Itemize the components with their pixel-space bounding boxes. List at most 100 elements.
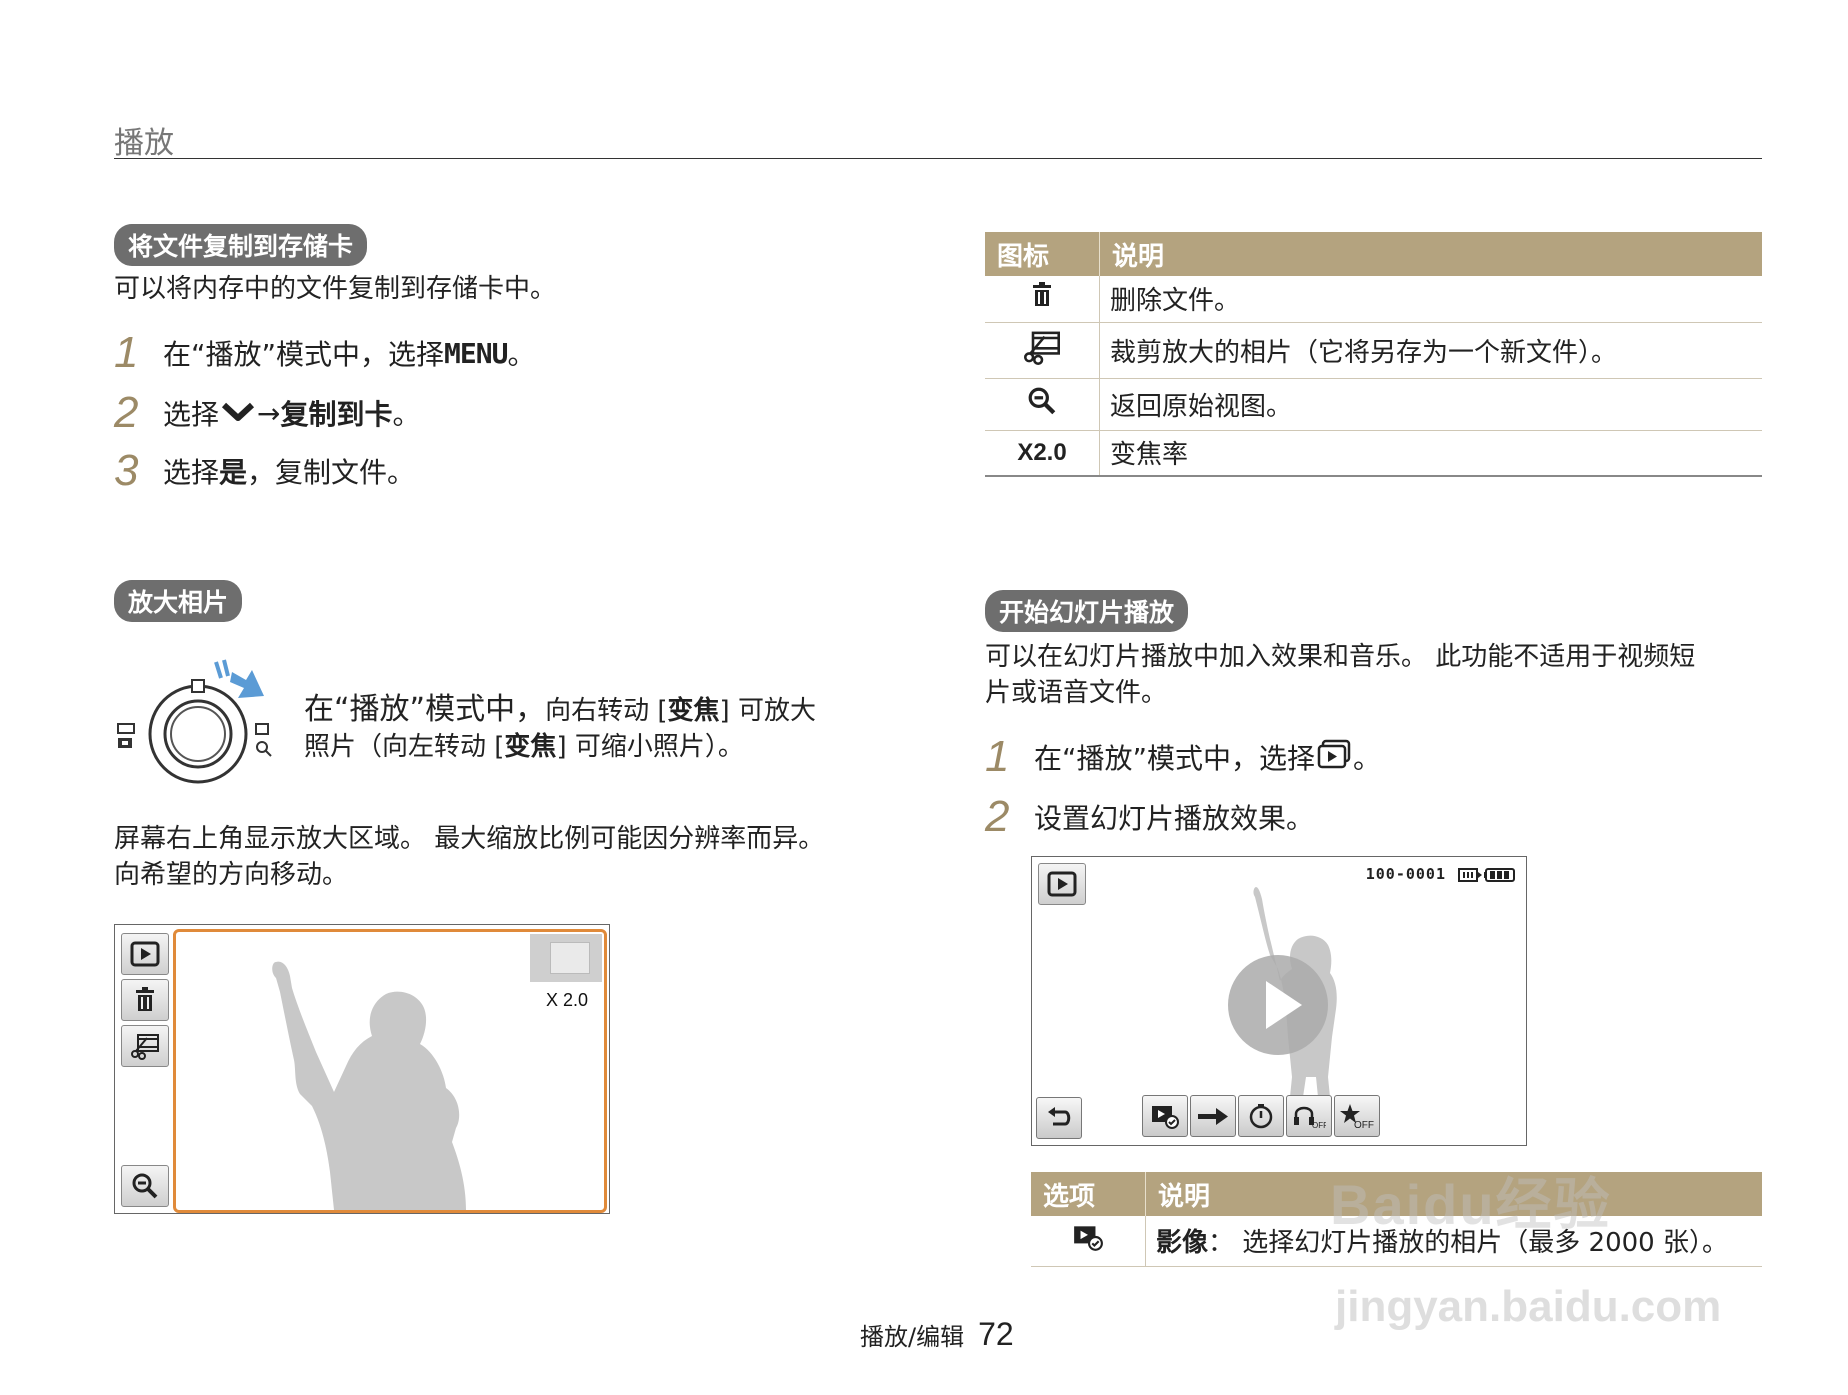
playback-button[interactable] [1038, 863, 1086, 905]
desc-col-header: 说明 [1099, 232, 1762, 276]
thumbnail-grid-icon [117, 723, 135, 748]
slideshow-intro-2: 片或语音文件。 [985, 678, 1168, 708]
step-text-end: ，复制文件。 [247, 456, 416, 489]
zoom-region-indicator [530, 934, 602, 982]
step-text: 选择 [163, 456, 220, 489]
table-row: 返回原始视图。 [985, 378, 1762, 431]
playback-button[interactable] [121, 933, 169, 975]
step-number: 2 [985, 792, 1010, 841]
table-row: 裁剪放大的相片（它将另存为一个新文件）。 [985, 322, 1762, 379]
back-icon [1048, 1107, 1071, 1126]
zoom-desc-c: 照片（向左转动 [ [304, 732, 505, 762]
effect-button[interactable] [1190, 1095, 1236, 1137]
slideshow-step-1: 1 在“播放”模式中，选择 。 [985, 732, 1381, 782]
step-number: 2 [114, 388, 139, 437]
playback-icon [130, 941, 160, 967]
icon-cell [985, 378, 1100, 431]
icon-cell [985, 276, 1100, 323]
copy-step-1: 1 在“播放”模式中，选择 MENU 。 [114, 328, 535, 378]
watermark-url: jingyan.baidu.com [1335, 1282, 1722, 1331]
svg-text:OFF: OFF [1354, 1120, 1374, 1130]
trim-icon [131, 1034, 159, 1060]
music-button[interactable]: OFF [1286, 1095, 1332, 1137]
zoom-desc-line1: 在“播放”模式中，向右转动 [变焦] 可放大 [304, 684, 816, 728]
svg-text:OFF: OFF [1312, 1121, 1326, 1130]
step-number: 1 [114, 328, 139, 377]
zoom-desc-a: 向右转动 [ [545, 696, 668, 726]
icon-col-header: 图标 [985, 232, 1100, 276]
trash-icon [1033, 282, 1051, 307]
trim-icon [1024, 331, 1060, 365]
zoom-lever-illustration [114, 650, 284, 790]
page-number: 72 [978, 1316, 1014, 1352]
back-button[interactable] [1036, 1097, 1082, 1139]
table-row: X2.0 变焦率 [985, 430, 1762, 477]
internal-memory-icon [1458, 868, 1482, 882]
delete-button[interactable] [121, 979, 169, 1021]
option-label: 影像 [1156, 1228, 1209, 1259]
step-text: 选择 [163, 398, 220, 431]
watermark-logo: Baidu经验 [1330, 1173, 1612, 1236]
step-number: 3 [114, 446, 139, 495]
desc-cell: 裁剪放大的相片（它将另存为一个新文件）。 [1099, 322, 1762, 379]
slideshow-icon [1317, 739, 1351, 776]
interval-button[interactable] [1238, 1095, 1284, 1137]
option-col-header: 选项 [1031, 1172, 1146, 1216]
desc-cell: 返回原始视图。 [1099, 378, 1762, 431]
zoom-key-2: 变焦 [504, 732, 557, 762]
image-select-icon [1152, 1106, 1179, 1129]
zoom-desc-mode: 在“播放”模式中， [304, 692, 546, 727]
slideshow-toolbar: OFF OFF [1142, 1095, 1380, 1137]
zoom-in-magnifier-icon [255, 723, 272, 757]
file-number: 100-0001 [1365, 865, 1446, 883]
playback-icon [1047, 871, 1077, 897]
header-rule [114, 158, 1762, 159]
play-icon [1266, 981, 1302, 1029]
zoom-out-icon [132, 1173, 158, 1199]
step-text-end: 。 [507, 338, 536, 371]
trim-button[interactable] [121, 1025, 169, 1067]
table-row: 删除文件。 [985, 276, 1762, 323]
copy-step-2: 2 选择 → 复制到卡 。 [114, 388, 421, 438]
zoom-ratio-readout: X 2.0 [545, 990, 588, 1010]
zoom-out-icon [1028, 387, 1056, 414]
zoom-para-1: 屏幕右上角显示放大区域。 最大缩放比例可能因分辨率而异。 [114, 824, 825, 854]
zoom-out-button[interactable] [121, 1165, 169, 1207]
play-slideshow-button[interactable] [1228, 955, 1328, 1055]
battery-icon [1484, 868, 1515, 882]
slideshow-intro-1: 可以在幻灯片播放中加入效果和音乐。 此功能不适用于视频短 [985, 642, 1696, 672]
zoom-ratio-label: X2.0 [985, 430, 1100, 477]
image-select-icon [1074, 1226, 1103, 1252]
copy-step-3: 3 选择 是 ，复制文件。 [114, 446, 415, 496]
step-text-end: 。 [1353, 742, 1382, 775]
copy-section-heading: 将文件复制到存储卡 [114, 224, 368, 266]
step-text: 设置幻灯片播放效果。 [1034, 802, 1315, 835]
memory-battery-indicator [1458, 865, 1518, 889]
step-text: 在“播放”模式中，选择 [163, 338, 445, 371]
slideshow-step-2: 2 设置幻灯片播放效果。 [985, 792, 1314, 842]
arrow-text: → [257, 396, 281, 430]
desc-cell: 删除文件。 [1099, 276, 1762, 323]
slideshow-lcd-screen: 100-0001 OFF OFF [1031, 856, 1527, 1146]
icon-cell [1031, 1216, 1146, 1267]
step-number: 1 [985, 732, 1010, 781]
effect-off-button[interactable]: OFF [1334, 1095, 1380, 1137]
chevron-down-icon [221, 397, 255, 430]
zoom-key: 变焦 [667, 696, 720, 726]
menu-keyword: MENU [444, 336, 508, 370]
copy-intro: 可以将内存中的文件复制到存储卡中。 [114, 274, 557, 304]
step-text-end: 。 [392, 398, 421, 431]
icon-cell [985, 322, 1100, 379]
image-select-button[interactable] [1142, 1095, 1188, 1137]
section-title: 播放 [114, 126, 174, 161]
slideshow-section-heading: 开始幻灯片播放 [985, 590, 1189, 632]
step-text: 在“播放”模式中，选择 [1034, 742, 1316, 775]
icon-table: 图标 说明 删除文件。 裁剪放大的相片（它将另存为一个新文件）。 返回原始视图。… [985, 232, 1762, 477]
zoom-desc-d: ] 可缩小照片）。 [556, 732, 744, 762]
zoom-para-2: 向希望的方向移动。 [114, 860, 349, 890]
footer-chapter: 播放/编辑 [860, 1323, 965, 1351]
desc-cell: 变焦率 [1099, 430, 1762, 477]
zoomed-photo-area[interactable]: X 2.0 [173, 929, 607, 1213]
yes-label: 是 [219, 456, 248, 489]
effect-off-icon: OFF [1340, 1104, 1374, 1130]
